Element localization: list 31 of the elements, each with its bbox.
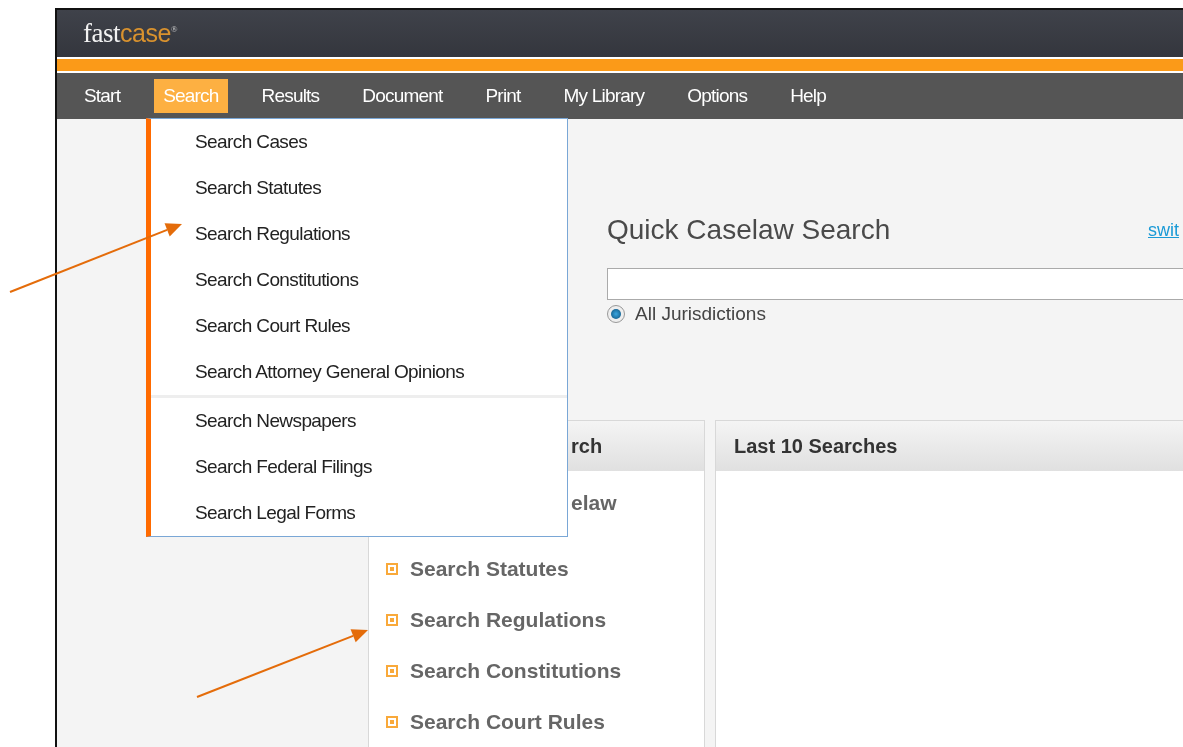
search-input-field[interactable] [607,268,1183,300]
nav-menu-item[interactable]: Document [353,79,452,113]
fastcase-logo: fastcase$^{®}$ [83,18,178,49]
menu-item[interactable]: Search Cases [151,119,567,165]
nav-menu-item[interactable]: Help [781,79,836,113]
quick-search-title: Quick Caselaw Search [607,214,891,246]
bullet-icon [386,715,398,728]
menu-item[interactable]: Search Constitutions [151,257,567,303]
search-link[interactable]: Search Constitutions [410,658,622,683]
menu-item[interactable]: Search Federal Filings [151,444,567,490]
menu-item[interactable]: Search Attorney General Opinions [151,349,567,395]
menu-item[interactable]: Search Regulations [151,211,567,257]
menu-item[interactable]: Search Statutes [151,165,567,211]
search-link[interactable]: Search Court Rules [410,709,605,734]
menu-item[interactable]: Search Legal Forms [151,490,567,536]
nav-menu-item[interactable]: My Library [554,79,654,113]
bullet-icon [386,562,398,575]
menu-item[interactable]: Search Newspapers [151,398,567,444]
radio-label: All Jurisdictions [635,303,766,325]
menu-item[interactable]: Search Court Rules [151,303,567,349]
panel-heading: rch [571,434,603,458]
nav-menu-item[interactable]: Print [476,79,530,113]
search-link[interactable]: Search Regulations [410,607,607,632]
jurisdiction-radio[interactable] [607,305,625,323]
bullet-icon [386,613,398,626]
nav-menu-item[interactable]: Start [75,79,130,113]
panel-heading: Last 10 Searches [734,434,898,458]
search-link[interactable]: Search Statutes [410,556,569,581]
bullet-icon [386,664,398,677]
nav-menu-item[interactable]: Results [252,79,329,113]
nav-menu-item[interactable]: Options [678,79,757,113]
